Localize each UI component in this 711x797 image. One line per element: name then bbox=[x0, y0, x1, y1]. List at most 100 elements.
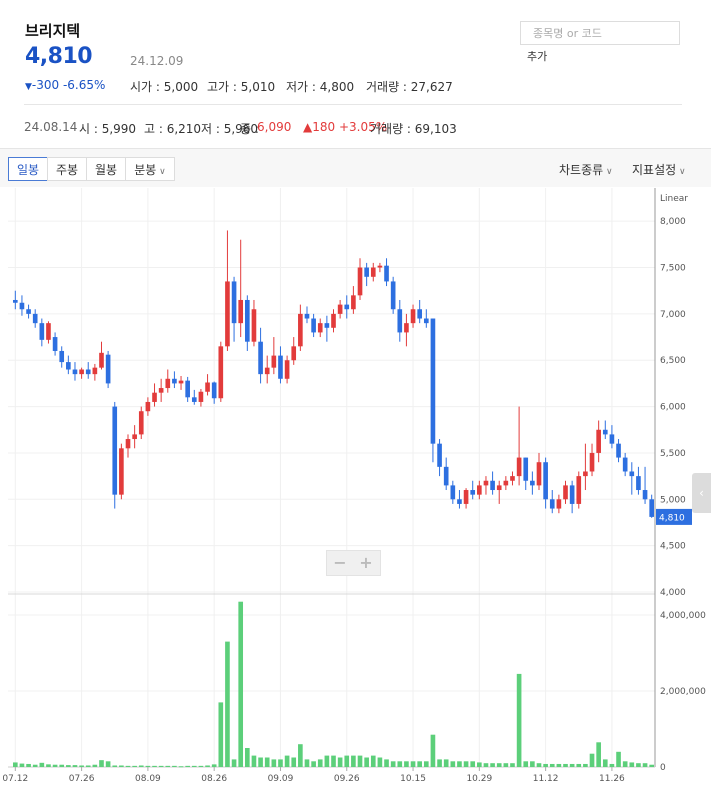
tab-daily[interactable]: 일봉 bbox=[8, 157, 48, 181]
candle-body bbox=[125, 439, 131, 449]
volume-bar bbox=[271, 759, 277, 767]
candle-body bbox=[158, 388, 164, 393]
volume-bar bbox=[225, 641, 230, 767]
x-tick-label: 11.26 bbox=[599, 774, 625, 784]
chart-type-menu[interactable]: 차트종류 ∨ bbox=[559, 161, 613, 178]
history-high: 고 : 6,210 bbox=[144, 122, 202, 136]
volume-bar bbox=[384, 759, 389, 767]
candle-body bbox=[39, 323, 45, 340]
history-date: 24.08.14 bbox=[24, 120, 78, 134]
candle-body bbox=[105, 354, 111, 384]
volume-bar bbox=[298, 744, 303, 767]
history-volume: 거래량 : 69,103 bbox=[370, 122, 457, 136]
volume-bar bbox=[536, 763, 542, 767]
candle-body bbox=[609, 434, 615, 444]
volume-bar bbox=[463, 761, 469, 767]
volume-bar bbox=[258, 757, 263, 767]
volume-bar bbox=[622, 761, 628, 767]
price-change-value: -300 -6.65% bbox=[31, 78, 106, 92]
price-date: 24.12.09 bbox=[130, 54, 184, 68]
tab-monthly[interactable]: 월봉 bbox=[86, 157, 126, 181]
candle-body bbox=[404, 323, 409, 333]
volume-bar bbox=[72, 765, 78, 767]
volume-bar bbox=[516, 673, 522, 767]
candle-body bbox=[423, 318, 429, 324]
x-tick-label: 09.26 bbox=[334, 774, 360, 784]
x-tick-label: 07.12 bbox=[2, 774, 28, 784]
volume-bar bbox=[364, 757, 369, 767]
zoom-control: − + bbox=[326, 550, 381, 576]
candle-body bbox=[622, 457, 628, 472]
candle-body bbox=[72, 369, 78, 375]
search-input[interactable] bbox=[531, 26, 675, 41]
volume-bar bbox=[351, 755, 356, 767]
chevron-down-icon: ∨ bbox=[676, 167, 686, 177]
volume-bar bbox=[397, 761, 403, 767]
indicator-menu[interactable]: 지표설정 ∨ bbox=[632, 161, 686, 178]
candle-body bbox=[145, 401, 151, 412]
candle-body bbox=[59, 350, 65, 363]
volume-bar bbox=[85, 765, 91, 767]
candle-body bbox=[152, 392, 157, 402]
price-change: ▼-300 -6.65% bbox=[25, 78, 105, 92]
candle-body bbox=[284, 360, 290, 379]
volume-bar bbox=[32, 764, 38, 767]
volume-tick-label: 2,000,000 bbox=[660, 687, 706, 697]
zoom-out-button[interactable]: − bbox=[327, 551, 353, 575]
volume-bar bbox=[649, 764, 655, 767]
volume-bar bbox=[437, 759, 442, 767]
chevron-left-icon[interactable]: ‹ bbox=[692, 473, 711, 513]
candle-body bbox=[205, 382, 210, 392]
volume-bar bbox=[191, 765, 197, 767]
volume-bar bbox=[569, 763, 575, 767]
volume-bar bbox=[165, 765, 171, 767]
candle-body bbox=[470, 490, 476, 495]
volume-bar bbox=[198, 765, 204, 767]
candle-body bbox=[278, 355, 283, 379]
candle-body bbox=[231, 281, 237, 324]
tab-weekly[interactable]: 주봉 bbox=[47, 157, 87, 181]
volume-bar bbox=[59, 764, 65, 767]
x-tick-label: 10.15 bbox=[400, 774, 426, 784]
candle-body bbox=[642, 490, 648, 500]
volume-bar bbox=[311, 761, 316, 767]
volume-bar bbox=[616, 751, 621, 767]
candle-body bbox=[483, 480, 489, 486]
tab-minute-label: 분봉 bbox=[134, 163, 157, 177]
volume-bar bbox=[423, 761, 429, 767]
volume-bar bbox=[490, 763, 495, 767]
volume-bar bbox=[576, 763, 582, 767]
volume-bar bbox=[304, 759, 310, 767]
volume-bar bbox=[46, 764, 51, 767]
price-tick-label: 8,000 bbox=[660, 217, 686, 227]
candle-body bbox=[66, 362, 71, 370]
candle-body bbox=[32, 313, 38, 324]
volume-bar bbox=[430, 734, 436, 767]
candle-body bbox=[298, 313, 303, 347]
candle-body bbox=[172, 378, 177, 384]
volume-bar bbox=[284, 755, 290, 767]
add-button[interactable]: 추가 bbox=[527, 48, 547, 64]
volume-bar bbox=[636, 763, 641, 767]
x-tick-label: 08.09 bbox=[135, 774, 161, 784]
volume-bar bbox=[185, 765, 190, 767]
stock-chart[interactable]: Linear 8,000 7,500 7,000 6,500 6,000 5,500 5,00… bbox=[0, 188, 711, 797]
candle-body bbox=[337, 304, 343, 314]
volume-bar bbox=[443, 759, 449, 767]
tab-minute[interactable]: 분봉 ∨ bbox=[125, 157, 175, 181]
chevron-down-icon: ∨ bbox=[156, 167, 166, 177]
candle-body bbox=[79, 369, 84, 375]
zoom-in-button[interactable]: + bbox=[353, 551, 379, 575]
volume-bar bbox=[523, 761, 529, 767]
candle-body bbox=[530, 480, 535, 486]
search-box[interactable] bbox=[520, 21, 680, 45]
candle-body bbox=[112, 406, 118, 495]
candle-body bbox=[576, 476, 582, 504]
volume-bar bbox=[251, 755, 257, 767]
volume-bar bbox=[377, 757, 383, 767]
volume-bar bbox=[344, 755, 350, 767]
candle-body bbox=[26, 309, 31, 314]
candle-body bbox=[178, 380, 184, 384]
price-tick-label: 6,500 bbox=[660, 356, 686, 366]
candle-body bbox=[351, 295, 356, 310]
